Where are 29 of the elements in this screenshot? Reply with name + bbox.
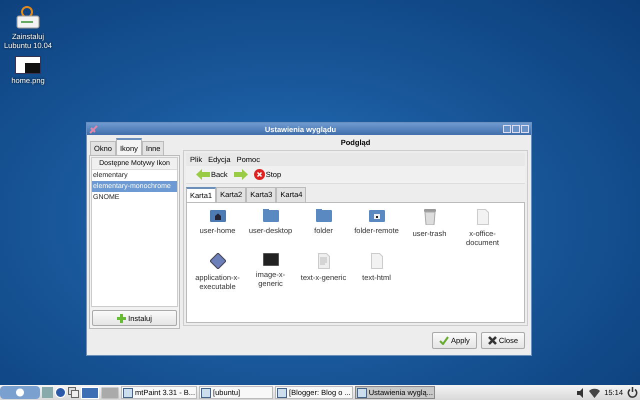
folder-icon[interactable] (316, 209, 332, 222)
text-document-icon[interactable] (318, 253, 330, 269)
checkmark-icon (439, 336, 450, 345)
folder-icon[interactable] (262, 209, 278, 222)
window-icon (201, 388, 212, 398)
stop-icon (254, 169, 265, 180)
image-icon[interactable] (262, 253, 278, 266)
minimize-button[interactable] (503, 125, 511, 133)
drive-icon[interactable] (15, 6, 41, 30)
image-file-icon[interactable] (15, 56, 41, 74)
window-icon (277, 388, 288, 398)
workspace-icon[interactable] (81, 386, 99, 398)
close-button[interactable] (521, 125, 529, 133)
plus-icon (117, 314, 126, 322)
wifi-icon[interactable] (589, 388, 600, 398)
maximize-button[interactable] (512, 125, 520, 133)
window-icon (356, 388, 367, 398)
window-icon (123, 388, 133, 398)
windows-icon[interactable] (68, 387, 79, 398)
left-arrow-icon (196, 169, 210, 180)
diamond-icon[interactable] (210, 253, 226, 269)
folder-icon[interactable] (368, 209, 384, 222)
close-icon (488, 336, 497, 345)
home-folder-icon[interactable] (210, 209, 226, 222)
power-icon[interactable] (627, 387, 638, 398)
start-menu-icon[interactable] (0, 386, 40, 399)
trash-icon[interactable] (424, 209, 436, 225)
workspace-icon[interactable] (101, 386, 119, 398)
right-arrow-icon (234, 169, 248, 180)
